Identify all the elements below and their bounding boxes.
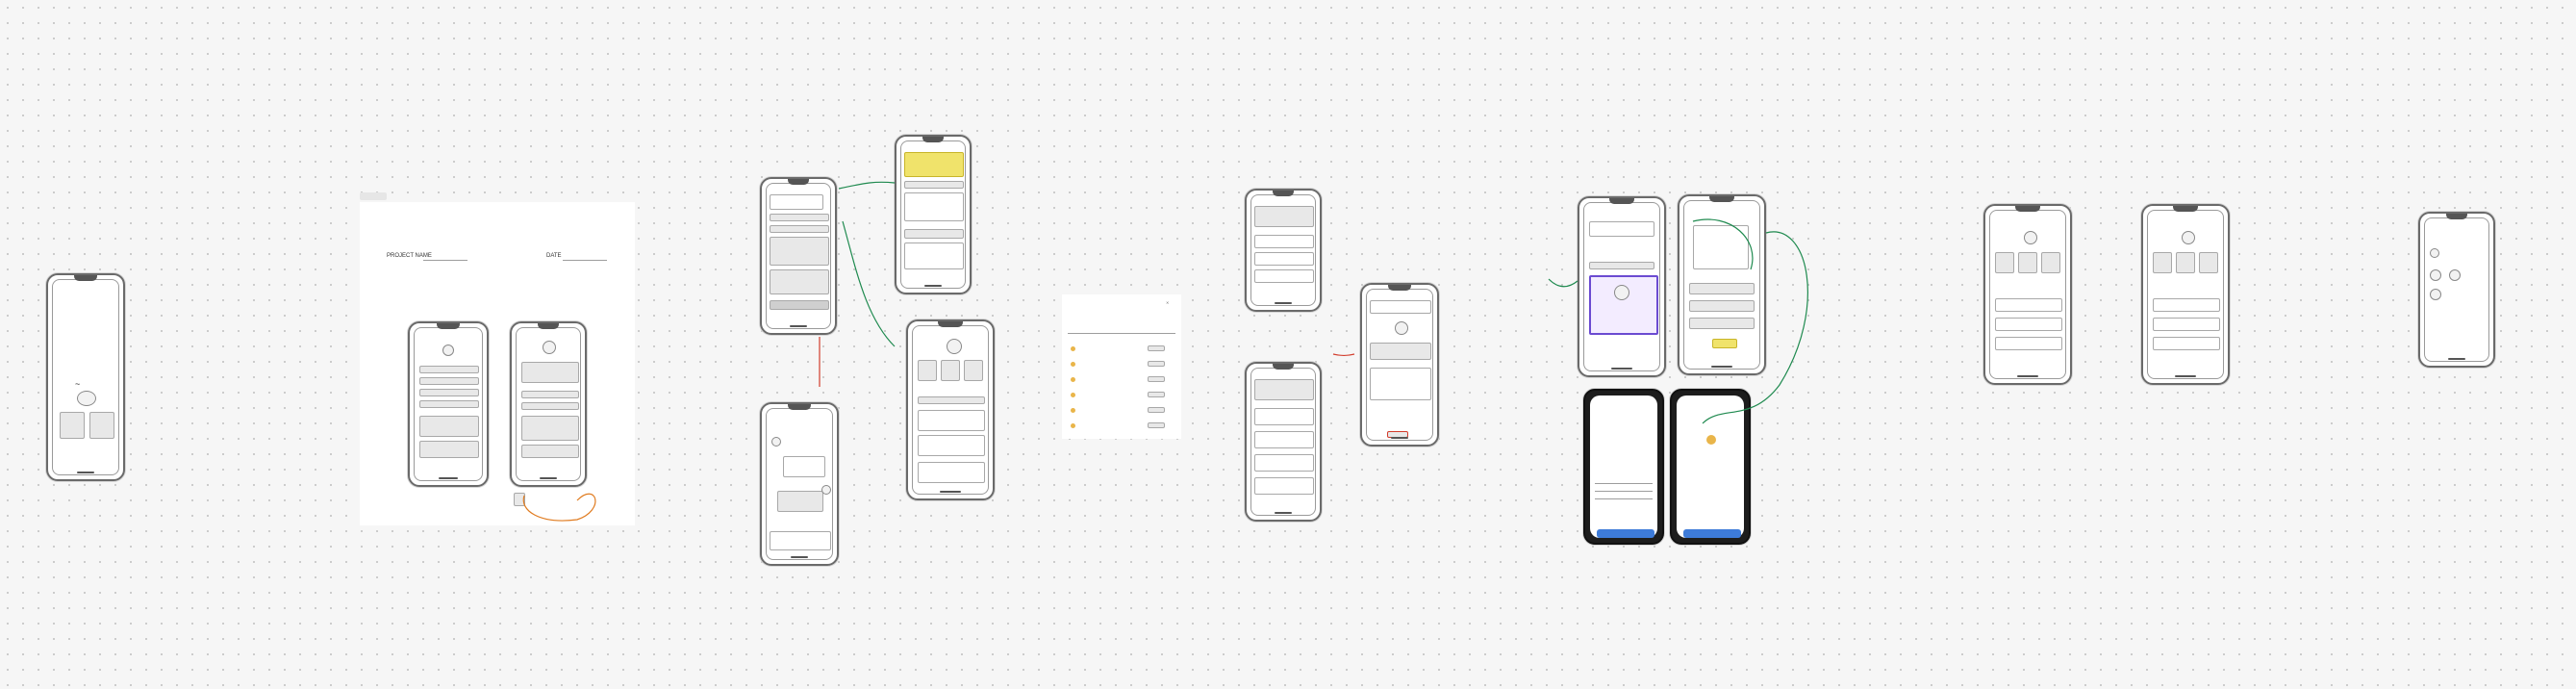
close-icon[interactable]: ✕ bbox=[1166, 300, 1169, 305]
list-dot-icon bbox=[1071, 393, 1075, 397]
list-tag bbox=[1148, 392, 1165, 397]
list-tag bbox=[1148, 422, 1165, 428]
sketch-label: ~ bbox=[75, 379, 81, 389]
list-tag bbox=[1148, 361, 1165, 367]
list-dot-icon bbox=[1071, 408, 1075, 413]
list-dot-icon bbox=[1071, 346, 1075, 351]
phone-frame-6[interactable] bbox=[760, 402, 839, 566]
phone-frame-11[interactable] bbox=[1578, 196, 1666, 377]
phone-frame-3[interactable] bbox=[510, 321, 587, 487]
list-dot-icon bbox=[1071, 423, 1075, 428]
sticky-note bbox=[514, 493, 525, 506]
phone-frame-16[interactable] bbox=[2141, 204, 2230, 385]
phone-frame-4[interactable] bbox=[760, 177, 837, 335]
sketch-card-right bbox=[89, 412, 114, 439]
whiteboard-canvas[interactable]: ~ PROJECT NAME DATE ✕ bbox=[0, 0, 2576, 689]
project-name-label: PROJECT NAME bbox=[387, 253, 432, 259]
phone-frame-14[interactable] bbox=[1670, 389, 1751, 545]
phone-frame-15[interactable] bbox=[1983, 204, 2072, 385]
list-tag bbox=[1148, 376, 1165, 382]
list-divider bbox=[1068, 333, 1175, 334]
phone-frame-9[interactable] bbox=[1245, 362, 1322, 522]
phone-frame-2[interactable] bbox=[408, 321, 489, 487]
sketch-card-left bbox=[60, 412, 85, 439]
list-dot-icon bbox=[1071, 377, 1075, 382]
panel-tab bbox=[360, 192, 387, 200]
confirm-button[interactable] bbox=[1597, 529, 1654, 538]
list-tag bbox=[1148, 345, 1165, 351]
project-name-underline bbox=[423, 260, 467, 261]
date-label: DATE bbox=[546, 253, 562, 259]
phone-frame-13[interactable] bbox=[1583, 389, 1664, 545]
phone-frame-10[interactable] bbox=[1360, 283, 1439, 447]
date-underline bbox=[563, 260, 607, 261]
list-dot-icon bbox=[1071, 362, 1075, 367]
phone-frame-7[interactable] bbox=[906, 319, 995, 500]
phone-frame-12[interactable] bbox=[1678, 194, 1766, 375]
list-panel bbox=[1062, 294, 1181, 439]
list-tag bbox=[1148, 407, 1165, 413]
next-button[interactable] bbox=[1683, 529, 1741, 538]
phone-frame-8[interactable] bbox=[1245, 189, 1322, 312]
phone-frame-17[interactable] bbox=[2418, 212, 2495, 368]
phone-frame-5[interactable] bbox=[895, 135, 972, 294]
whiteboard-panel bbox=[360, 202, 635, 525]
phone-frame-1[interactable]: ~ bbox=[46, 273, 125, 481]
sketch-circle bbox=[77, 391, 96, 406]
